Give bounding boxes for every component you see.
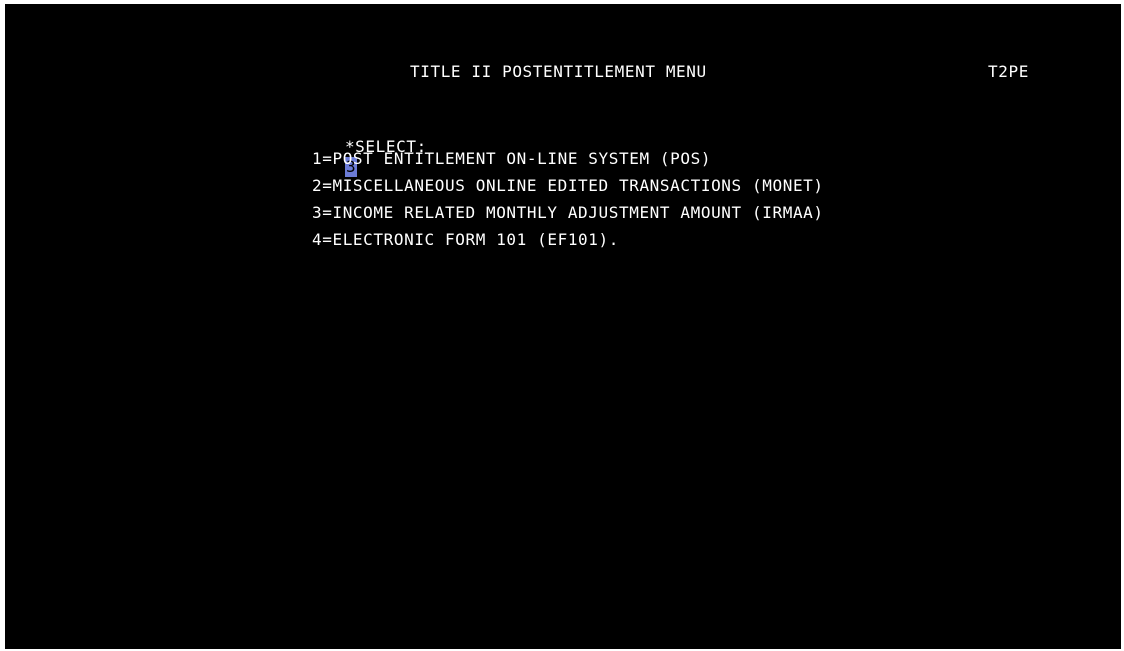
menu-option-2: 2=MISCELLANEOUS ONLINE EDITED TRANSACTIO…: [312, 176, 824, 195]
menu-option-3: 3=INCOME RELATED MONTHLY ADJUSTMENT AMOU…: [312, 203, 824, 222]
menu-title: TITLE II POSTENTITLEMENT MENU: [410, 62, 707, 81]
menu-option-1: 1=POST ENTITLEMENT ON-LINE SYSTEM (POS): [312, 149, 712, 168]
terminal-screen: TITLE II POSTENTITLEMENT MENU T2PE *SELE…: [5, 4, 1121, 649]
screen-id: T2PE: [988, 62, 1029, 81]
menu-option-4: 4=ELECTRONIC FORM 101 (EF101).: [312, 230, 619, 249]
menu-options: 1=POST ENTITLEMENT ON-LINE SYSTEM (POS) …: [312, 145, 824, 253]
